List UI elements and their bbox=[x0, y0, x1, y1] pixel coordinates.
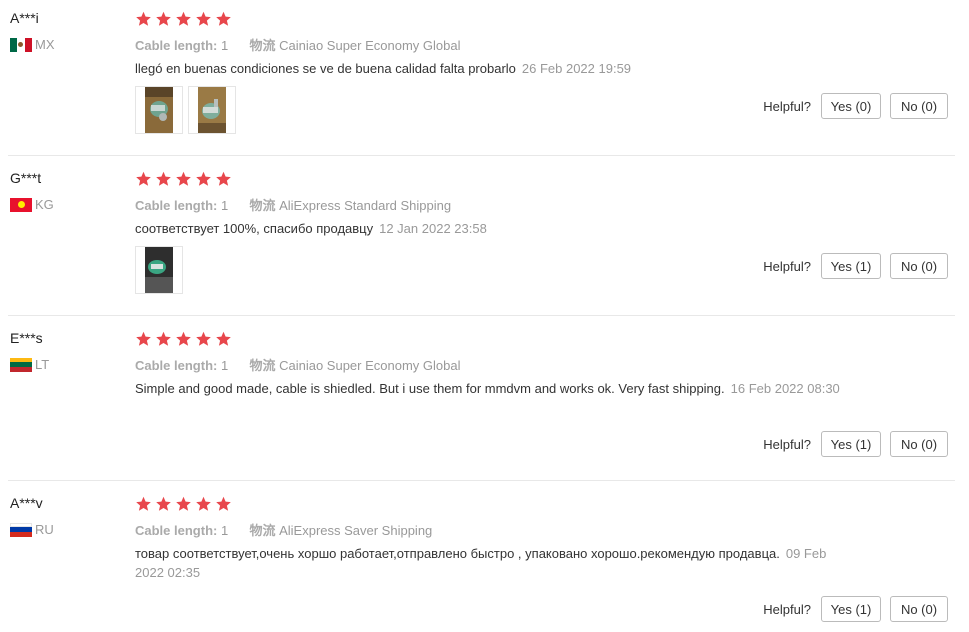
review-text: соответствует 100%, спасибо продавцу 12 J… bbox=[135, 219, 845, 238]
helpful-yes-button[interactable]: Yes (1) bbox=[821, 596, 881, 622]
review-text: товар соответствует,очень хоршо работает… bbox=[135, 544, 845, 582]
rating-stars bbox=[135, 171, 232, 187]
rating-stars bbox=[135, 496, 232, 512]
order-attributes: Cable length: 1 物流 Cainiao Super Economy… bbox=[135, 35, 460, 54]
star-icon bbox=[156, 331, 171, 346]
star-icon bbox=[196, 11, 211, 26]
mexico-flag-icon bbox=[10, 37, 32, 52]
country-code: MX bbox=[35, 37, 55, 52]
reviewer-name: E***s bbox=[10, 330, 43, 346]
logistics-label: 物流 bbox=[249, 38, 276, 53]
star-icon bbox=[176, 331, 191, 346]
review-text: Simple and good made, cable is shiedled.… bbox=[135, 379, 845, 398]
country-code: RU bbox=[35, 522, 54, 537]
helpful-vote: Helpful? Yes (1) No (0) bbox=[763, 253, 948, 279]
review-divider bbox=[8, 155, 955, 156]
star-icon bbox=[196, 331, 211, 346]
order-attributes: Cable length: 1 物流 AliExpress Standard S… bbox=[135, 195, 451, 214]
photo-image bbox=[145, 247, 173, 293]
helpful-yes-button[interactable]: Yes (1) bbox=[821, 431, 881, 457]
star-icon bbox=[196, 171, 211, 186]
review-text: llegó en buenas condiciones se ve de bue… bbox=[135, 59, 845, 78]
star-icon bbox=[136, 331, 151, 346]
logistics-label: 物流 bbox=[249, 523, 276, 538]
review-photos bbox=[135, 246, 183, 294]
review-date: 16 Feb 2022 08:30 bbox=[730, 381, 840, 396]
reviewer-name: A***i bbox=[10, 10, 39, 26]
country-code: KG bbox=[35, 197, 54, 212]
shipping-method: Cainiao Super Economy Global bbox=[279, 38, 461, 53]
review-photo-thumbnail[interactable] bbox=[135, 246, 183, 294]
helpful-vote: Helpful? Yes (1) No (0) bbox=[763, 596, 948, 622]
star-icon bbox=[176, 171, 191, 186]
review-divider bbox=[8, 315, 955, 316]
shipping-method: AliExpress Standard Shipping bbox=[279, 198, 452, 213]
review-date: 26 Feb 2022 19:59 bbox=[521, 61, 632, 76]
shipping-method: Cainiao Super Economy Global bbox=[279, 358, 461, 373]
helpful-label: Helpful? bbox=[763, 98, 811, 114]
star-icon bbox=[156, 171, 171, 186]
cable-length-label: Cable length: bbox=[135, 523, 218, 538]
review-body: Simple and good made, cable is shiedled.… bbox=[135, 381, 725, 396]
star-icon bbox=[176, 11, 191, 26]
helpful-no-button[interactable]: No (0) bbox=[890, 596, 948, 622]
helpful-yes-button[interactable]: Yes (0) bbox=[821, 93, 881, 119]
rating-stars bbox=[135, 331, 232, 347]
lithuania-flag-icon bbox=[10, 357, 32, 372]
reviewer-country: KG bbox=[10, 197, 54, 212]
logistics-label: 物流 bbox=[249, 358, 276, 373]
country-code: LT bbox=[35, 357, 50, 372]
photo-image bbox=[198, 87, 226, 133]
cable-length-label: Cable length: bbox=[135, 198, 218, 213]
review-body: товар соответствует,очень хоршо работает… bbox=[135, 546, 780, 561]
reviewer-name: A***v bbox=[10, 495, 43, 511]
cable-length-label: Cable length: bbox=[135, 358, 218, 373]
helpful-label: Helpful? bbox=[763, 258, 811, 274]
review-divider bbox=[8, 480, 955, 481]
reviewer-country: LT bbox=[10, 357, 49, 372]
review-photo-thumbnail[interactable] bbox=[135, 86, 183, 134]
star-icon bbox=[136, 496, 151, 511]
star-icon bbox=[216, 331, 231, 346]
photo-image bbox=[145, 87, 173, 133]
shipping-method: AliExpress Saver Shipping bbox=[279, 523, 433, 538]
helpful-label: Helpful? bbox=[763, 436, 811, 452]
star-icon bbox=[156, 496, 171, 511]
star-icon bbox=[216, 171, 231, 186]
kyrgyzstan-flag-icon bbox=[10, 197, 32, 212]
order-attributes: Cable length: 1 物流 AliExpress Saver Ship… bbox=[135, 520, 432, 539]
cable-length-value: 1 bbox=[220, 198, 229, 213]
helpful-no-button[interactable]: No (0) bbox=[890, 253, 948, 279]
cable-length-label: Cable length: bbox=[135, 38, 218, 53]
helpful-yes-button[interactable]: Yes (1) bbox=[821, 253, 881, 279]
star-icon bbox=[196, 496, 211, 511]
rating-stars bbox=[135, 11, 232, 27]
review-body: соответствует 100%, спасибо продавцу bbox=[135, 221, 374, 236]
order-attributes: Cable length: 1 物流 Cainiao Super Economy… bbox=[135, 355, 460, 374]
star-icon bbox=[136, 11, 151, 26]
helpful-label: Helpful? bbox=[763, 601, 811, 617]
reviewer-country: MX bbox=[10, 37, 55, 52]
helpful-vote: Helpful? Yes (1) No (0) bbox=[763, 431, 948, 457]
review-body: llegó en buenas condiciones se ve de bue… bbox=[135, 61, 516, 76]
review-date: 12 Jan 2022 23:58 bbox=[379, 221, 487, 236]
star-icon bbox=[216, 11, 231, 26]
star-icon bbox=[136, 171, 151, 186]
cable-length-value: 1 bbox=[220, 523, 229, 538]
helpful-no-button[interactable]: No (0) bbox=[890, 431, 948, 457]
review-photo-thumbnail[interactable] bbox=[188, 86, 236, 134]
star-icon bbox=[156, 11, 171, 26]
reviewer-country: RU bbox=[10, 522, 54, 537]
helpful-no-button[interactable]: No (0) bbox=[890, 93, 948, 119]
star-icon bbox=[216, 496, 231, 511]
logistics-label: 物流 bbox=[249, 198, 276, 213]
reviewer-name: G***t bbox=[10, 170, 42, 186]
cable-length-value: 1 bbox=[220, 38, 229, 53]
helpful-vote: Helpful? Yes (0) No (0) bbox=[763, 93, 948, 119]
review-photos bbox=[135, 86, 236, 134]
cable-length-value: 1 bbox=[220, 358, 229, 373]
russia-flag-icon bbox=[10, 522, 32, 537]
star-icon bbox=[176, 496, 191, 511]
